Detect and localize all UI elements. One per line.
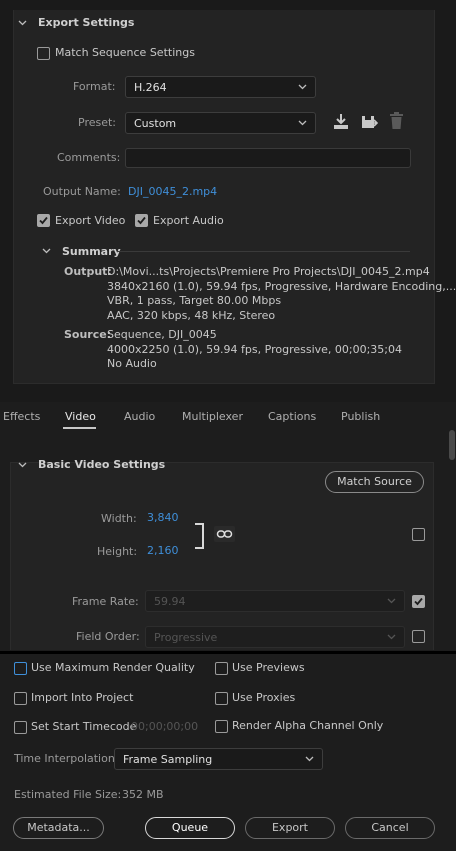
preset-label: Preset: <box>78 116 117 129</box>
tab-multiplexer[interactable]: Multiplexer <box>182 410 243 423</box>
time-interpolation-value: Frame Sampling <box>123 752 213 766</box>
export-settings-title: Export Settings <box>38 16 135 29</box>
chevron-down-icon[interactable] <box>18 460 27 469</box>
active-tab-indicator <box>63 427 96 429</box>
field-order-value: Progressive <box>154 630 218 644</box>
export-video-checkbox[interactable] <box>37 214 50 227</box>
width-value[interactable]: 3,840 <box>147 511 179 524</box>
summary-output-line: AAC, 320 kbps, 48 kHz, Stereo <box>107 308 276 322</box>
scrollbar[interactable] <box>449 430 455 460</box>
use-previews-checkbox[interactable] <box>215 662 228 675</box>
time-interpolation-dropdown[interactable]: Frame Sampling <box>114 748 323 770</box>
tab-video[interactable]: Video <box>65 410 96 423</box>
link-icon[interactable] <box>214 526 235 542</box>
export-settings-panel: Export Settings Match Sequence Settings … <box>0 0 456 402</box>
summary-output-lines: D:\Movi...ts\Projects\Premiere Pro Proje… <box>107 265 456 323</box>
trash-icon[interactable] <box>389 112 404 133</box>
export-video-label: Export Video <box>55 214 126 227</box>
frame-rate-label: Frame Rate: <box>72 595 139 608</box>
estimated-size-label: Estimated File Size: <box>14 788 122 801</box>
summary-divider <box>117 251 410 252</box>
export-options-panel: Use Maximum Render Quality Use Previews … <box>0 654 456 851</box>
frame-rate-value: 59.94 <box>154 594 186 608</box>
chevron-down-icon <box>305 753 314 766</box>
settings-tabs: Effects Video Audio Multiplexer Captions… <box>0 403 456 430</box>
height-value[interactable]: 2,160 <box>147 544 179 557</box>
queue-button[interactable]: Queue <box>145 817 235 839</box>
video-settings-panel: Basic Video Settings Match Source Width:… <box>0 430 456 650</box>
height-label: Height: <box>97 545 138 558</box>
tab-audio[interactable]: Audio <box>124 410 155 423</box>
match-source-button[interactable]: Match Source <box>325 471 424 493</box>
aspect-ratio-bracket <box>195 523 204 549</box>
summary-output-line: D:\Movi...ts\Projects\Premiere Pro Proje… <box>107 265 430 278</box>
chevron-down-icon[interactable] <box>42 246 51 255</box>
start-timecode-checkbox[interactable] <box>14 721 27 734</box>
comments-label: Comments: <box>57 151 121 164</box>
import-preset-icon[interactable] <box>333 113 349 133</box>
field-order-dropdown: Progressive <box>145 626 405 648</box>
export-audio-checkbox[interactable] <box>135 214 148 227</box>
render-alpha-checkbox[interactable] <box>215 720 228 733</box>
check-icon <box>137 216 146 225</box>
summary-title: Summary <box>62 245 121 258</box>
check-icon <box>39 216 48 225</box>
export-button[interactable]: Export <box>245 817 335 839</box>
use-proxies-label: Use Proxies <box>232 691 296 704</box>
summary-output-line: 3840x2160 (1.0), 59.94 fps, Progressive,… <box>107 279 456 293</box>
output-name-label: Output Name: <box>43 185 121 198</box>
import-into-project-checkbox[interactable] <box>14 692 27 705</box>
match-sequence-checkbox[interactable] <box>37 47 50 60</box>
preset-value: Custom <box>134 116 177 130</box>
summary-output-label: Output: <box>64 265 112 278</box>
metadata-button[interactable]: Metadata... <box>13 817 104 839</box>
tab-captions[interactable]: Captions <box>268 410 316 423</box>
export-audio-label: Export Audio <box>153 214 224 227</box>
field-order-label: Field Order: <box>76 630 140 643</box>
summary-source-lines: Sequence, DJI_0045 4000x2250 (1.0), 59.9… <box>107 328 402 372</box>
output-name-link[interactable]: DJI_0045_2.mp4 <box>128 185 217 198</box>
summary-output-line: VBR, 1 pass, Target 80.00 Mbps <box>107 294 282 307</box>
field-order-override-checkbox[interactable] <box>412 630 425 643</box>
use-proxies-checkbox[interactable] <box>215 692 228 705</box>
summary-source-line: Sequence, DJI_0045 <box>107 328 217 341</box>
chevron-down-icon <box>298 117 307 130</box>
cancel-button[interactable]: Cancel <box>345 817 435 839</box>
save-preset-icon[interactable] <box>361 113 379 133</box>
basic-video-settings-title: Basic Video Settings <box>38 458 166 471</box>
dimensions-override-checkbox[interactable] <box>412 528 425 541</box>
tab-publish[interactable]: Publish <box>341 410 380 423</box>
format-value: H.264 <box>134 80 167 94</box>
preset-dropdown[interactable]: Custom <box>125 112 316 134</box>
summary-source-label: Source: <box>64 328 112 341</box>
chevron-down-icon <box>387 595 396 608</box>
start-timecode-value: 00;00;00;00 <box>131 720 199 733</box>
estimated-size-value: 352 MB <box>122 788 164 801</box>
max-render-quality-label: Use Maximum Render Quality <box>31 661 195 674</box>
chevron-down-icon <box>298 81 307 94</box>
tab-effects[interactable]: Effects <box>3 410 40 423</box>
summary-source-line: No Audio <box>107 357 157 370</box>
use-previews-label: Use Previews <box>232 661 305 674</box>
comments-field[interactable] <box>125 148 411 168</box>
format-dropdown[interactable]: H.264 <box>125 76 316 98</box>
check-icon <box>414 597 423 606</box>
summary-source-line: 4000x2250 (1.0), 59.94 fps, Progressive,… <box>107 342 403 356</box>
chevron-down-icon <box>387 631 396 644</box>
match-sequence-label: Match Sequence Settings <box>55 46 195 59</box>
render-alpha-label: Render Alpha Channel Only <box>232 719 384 732</box>
format-label: Format: <box>73 80 116 93</box>
frame-rate-dropdown: 59.94 <box>145 590 405 612</box>
chevron-down-icon[interactable] <box>18 18 27 27</box>
start-timecode-label: Set Start Timecode <box>31 720 137 733</box>
import-into-project-label: Import Into Project <box>31 691 134 704</box>
max-render-quality-checkbox[interactable] <box>14 662 27 675</box>
frame-rate-override-checkbox[interactable] <box>412 595 425 608</box>
time-interpolation-label: Time Interpolation: <box>14 752 119 765</box>
width-label: Width: <box>101 512 137 525</box>
